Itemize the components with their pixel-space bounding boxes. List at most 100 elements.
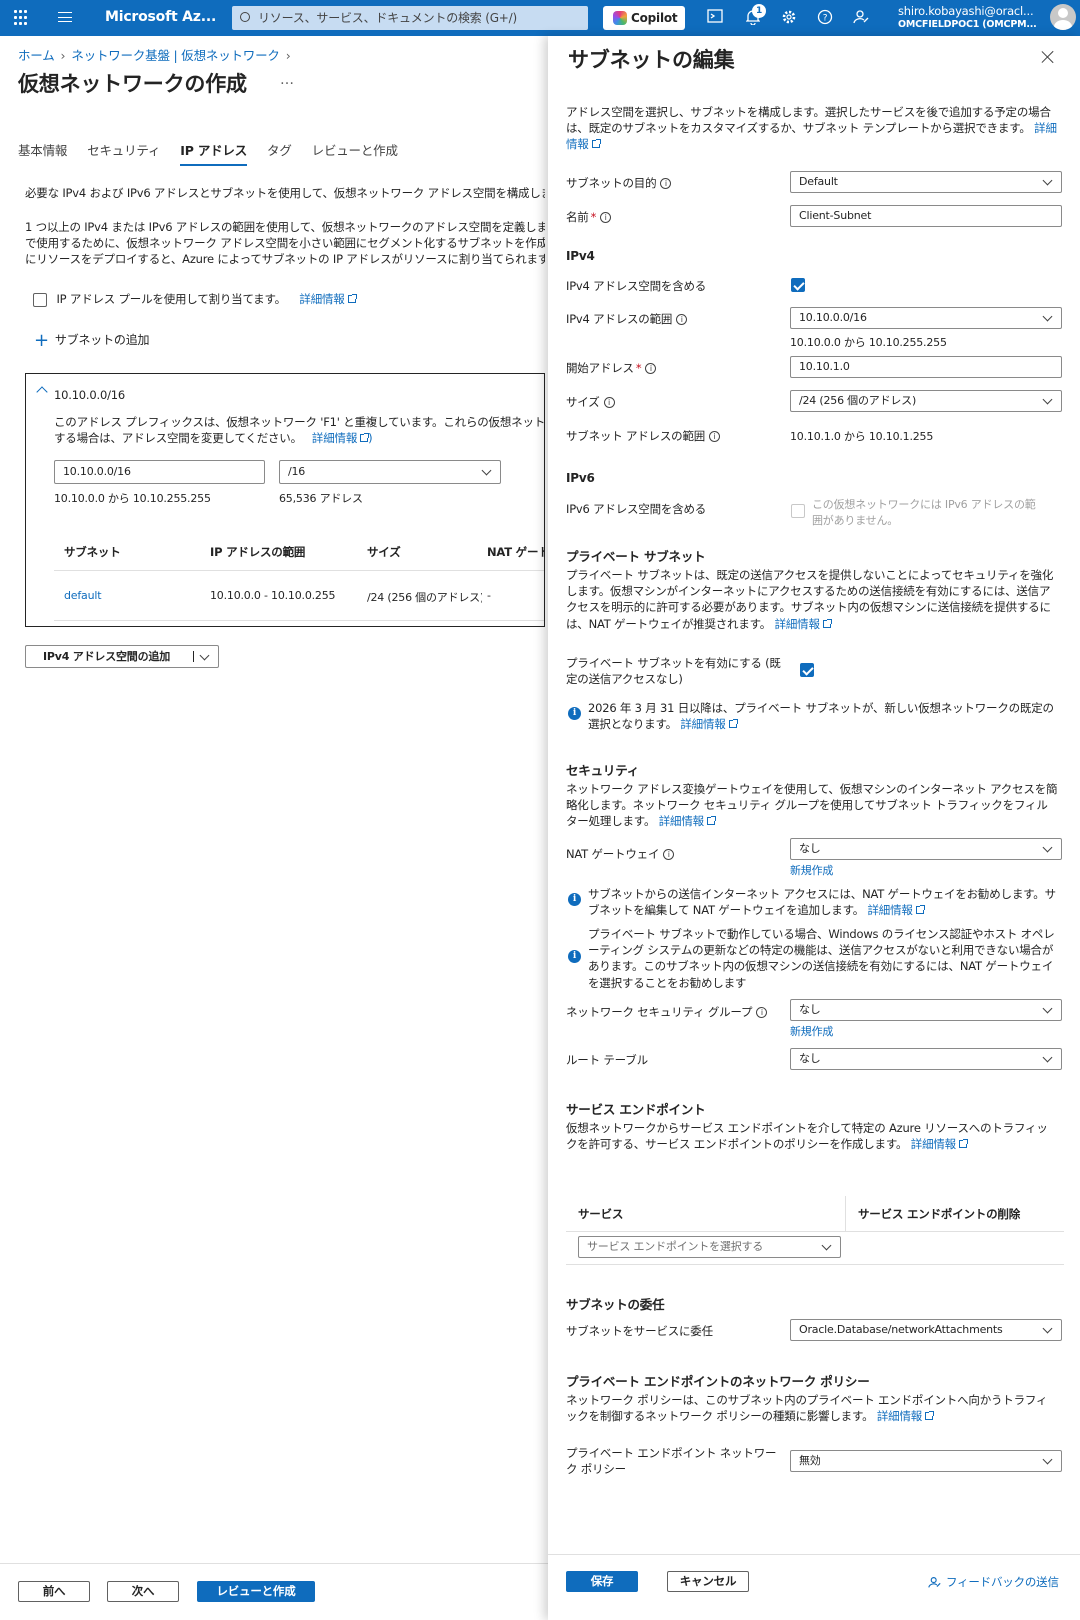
- chevron-right-icon: ›: [60, 48, 66, 63]
- service-endpoint-dropdown[interactable]: サービス エンドポイントを選択する: [578, 1236, 841, 1258]
- subnet-nat-cell: -: [487, 589, 491, 602]
- breadcrumb-network-foundation[interactable]: ネットワーク基盤 | 仮想ネットワーク: [71, 48, 280, 63]
- brand-title[interactable]: Microsoft Az...: [105, 9, 216, 25]
- tab-security[interactable]: セキュリティ: [87, 140, 160, 166]
- breadcrumb-home[interactable]: ホーム: [18, 48, 55, 63]
- tab-tags[interactable]: タグ: [267, 140, 292, 166]
- delegation-label: サブネットをサービスに委任: [566, 1324, 713, 1338]
- size-label: サイズ i: [566, 394, 615, 410]
- add-ipv4-space-button[interactable]: IPv4 アドレス空間の追加: [25, 645, 219, 668]
- info-icon: i: [709, 431, 721, 442]
- settings-gear-icon[interactable]: [780, 9, 798, 27]
- address-space-count: 65,536 アドレス: [279, 492, 363, 505]
- cloud-shell-icon[interactable]: [706, 9, 724, 27]
- portal-menu-icon[interactable]: [58, 12, 72, 22]
- feedback-icon[interactable]: [852, 9, 870, 27]
- subnet-range-cell: 10.10.0.0 - 10.10.0.255: [210, 589, 336, 602]
- subnet-purpose-dropdown[interactable]: Default: [790, 171, 1062, 193]
- security-learn-more-link[interactable]: 詳細情報: [659, 814, 716, 828]
- cancel-button[interactable]: キャンセル: [667, 1571, 749, 1592]
- pe-policy-label: プライベート エンドポイント ネットワー ク ポリシー: [566, 1446, 777, 1476]
- private-subnet-checkbox[interactable]: [800, 663, 814, 677]
- subnet-col-nat: NAT ゲートウェイ: [487, 545, 544, 559]
- global-search-input[interactable]: リソース、サービス、ドキュメントの検索 (G+/): [232, 6, 588, 30]
- previous-button[interactable]: 前へ: [18, 1581, 90, 1602]
- ipv6-include-label: IPv6 アドレス空間を含める: [566, 502, 707, 516]
- private-subnet-info: 2026 年 3 月 31 日以降は、プライベート サブネットが、新しい仮想ネッ…: [588, 701, 1054, 732]
- ip-description-line-3: にリソースをデプロイすると、Azure によってサブネットの IP アドレスがリ…: [25, 252, 545, 266]
- tab-ip-addresses[interactable]: IP アドレス: [180, 140, 247, 166]
- size-dropdown[interactable]: /24 (256 個のアドレス): [790, 390, 1062, 412]
- more-options-icon[interactable]: …: [280, 72, 294, 88]
- external-link-icon: [822, 618, 832, 628]
- review-create-button[interactable]: レビューと作成: [197, 1581, 315, 1602]
- start-address-input[interactable]: 10.10.1.0: [790, 356, 1062, 378]
- private-learn-more-link[interactable]: 詳細情報: [775, 617, 832, 631]
- pe-learn-more-link[interactable]: 詳細情報: [877, 1409, 935, 1423]
- top-bar: Microsoft Az... リソース、サービス、ドキュメントの検索 (G+/…: [0, 0, 1080, 36]
- avatar[interactable]: [1050, 4, 1076, 30]
- nsg-dropdown[interactable]: なし: [790, 999, 1062, 1021]
- chevron-up-icon[interactable]: [36, 386, 48, 398]
- tab-review-create[interactable]: レビューと作成: [312, 140, 398, 166]
- address-space-card: 10.10.0.0/16 このアドレス プレフィックスは、仮想ネットワーク 'F…: [25, 373, 545, 627]
- private-subnet-heading: プライベート サブネット: [566, 549, 706, 564]
- overlap-warning: このアドレス プレフィックスは、仮想ネットワーク 'F1' と重複しています。こ…: [54, 414, 544, 446]
- user-name: shiro.kobayashi@oracl...: [898, 4, 1034, 18]
- subnet-col-range: IP アドレスの範囲: [210, 545, 306, 559]
- next-button[interactable]: 次へ: [107, 1581, 179, 1602]
- route-table-label: ルート テーブル: [566, 1053, 648, 1067]
- app-launcher-icon[interactable]: [14, 10, 30, 26]
- private-info-learn-more-link[interactable]: 詳細情報: [680, 717, 738, 731]
- ipam-label: IP アドレス プールを使用して割り当てます。: [56, 292, 286, 306]
- external-link-icon: [360, 433, 370, 442]
- svc-learn-more-link[interactable]: 詳細情報: [911, 1137, 968, 1151]
- subnet-name-input[interactable]: Client-Subnet: [790, 205, 1062, 227]
- subnet-default-link[interactable]: default: [64, 589, 102, 602]
- chevron-right-icon: ›: [285, 48, 291, 63]
- help-icon[interactable]: ?: [816, 9, 834, 27]
- nat-gateway-dropdown[interactable]: なし: [790, 838, 1062, 860]
- pe-policy-heading: プライベート エンドポイントのネットワーク ポリシー: [566, 1374, 870, 1389]
- nsg-new-create-link[interactable]: 新規作成: [790, 1023, 833, 1039]
- address-prefix-dropdown[interactable]: /16: [279, 460, 501, 484]
- svc-col-delete: サービス エンドポイントの削除: [858, 1207, 1021, 1221]
- tab-basics[interactable]: 基本情報: [18, 140, 67, 166]
- address-space-range: 10.10.0.0 から 10.10.255.255: [54, 492, 211, 505]
- panel-footer-divider: [548, 1554, 1080, 1555]
- address-space-input[interactable]: 10.10.0.0/16: [54, 460, 265, 484]
- copilot-button[interactable]: Copilot: [603, 6, 685, 30]
- delegation-dropdown[interactable]: Oracle.Database/networkAttachments: [790, 1319, 1062, 1341]
- overlap-learn-more-link[interactable]: 詳細情報): [312, 431, 373, 445]
- security-description: ネットワーク アドレス変換ゲートウェイを使用して、仮想マシンのインターネット ア…: [566, 782, 1058, 829]
- notification-badge: 1: [752, 4, 766, 18]
- ipv4-range-dropdown[interactable]: 10.10.0.0/16: [790, 307, 1062, 329]
- nat-new-create-link[interactable]: 新規作成: [790, 862, 833, 878]
- pe-policy-dropdown[interactable]: 無効: [790, 1450, 1062, 1472]
- ipv6-heading: IPv6: [566, 471, 595, 485]
- close-icon[interactable]: [1041, 50, 1055, 64]
- search-placeholder: リソース、サービス、ドキュメントの検索 (G+/): [258, 11, 517, 25]
- nat-info-learn-more-link[interactable]: 詳細情報: [867, 903, 925, 917]
- external-link-icon: [925, 1411, 935, 1421]
- external-link-icon: [347, 294, 357, 303]
- send-feedback-link[interactable]: フィードバックの送信: [928, 1574, 1059, 1590]
- edit-subnet-panel: サブネットの編集 アドレス空間を選択し、サブネットを構成します。選択したサービス…: [548, 36, 1080, 1620]
- info-icon: i: [676, 314, 688, 325]
- add-subnet-label: サブネットの追加: [54, 333, 150, 347]
- account-info[interactable]: shiro.kobayashi@oracl... OMCFIELDPOC1 (O…: [898, 4, 1043, 32]
- info-icon: i: [600, 212, 612, 223]
- nsg-label: ネットワーク セキュリティ グループ i: [566, 1004, 768, 1020]
- ipam-checkbox[interactable]: [33, 292, 47, 307]
- save-button[interactable]: 保存: [566, 1571, 638, 1592]
- split-divider: [193, 651, 194, 662]
- add-subnet-button[interactable]: + サブネットの追加: [34, 330, 149, 351]
- ipv4-include-checkbox[interactable]: [791, 278, 805, 292]
- ipv6-include-checkbox[interactable]: [791, 504, 805, 518]
- ipv4-include-label: IPv4 アドレス空間を含める: [566, 279, 707, 293]
- ipam-learn-more-link[interactable]: 詳細情報: [299, 292, 357, 306]
- external-link-icon: [591, 139, 601, 149]
- service-endpoints-description: 仮想ネットワークからサービス エンドポイントを介して特定の Azure リソース…: [566, 1121, 1048, 1152]
- route-table-dropdown[interactable]: なし: [790, 1048, 1062, 1070]
- private-subnet-description: プライベート サブネットは、既定の送信アクセスを提供しないことによってセキュリテ…: [566, 568, 1054, 631]
